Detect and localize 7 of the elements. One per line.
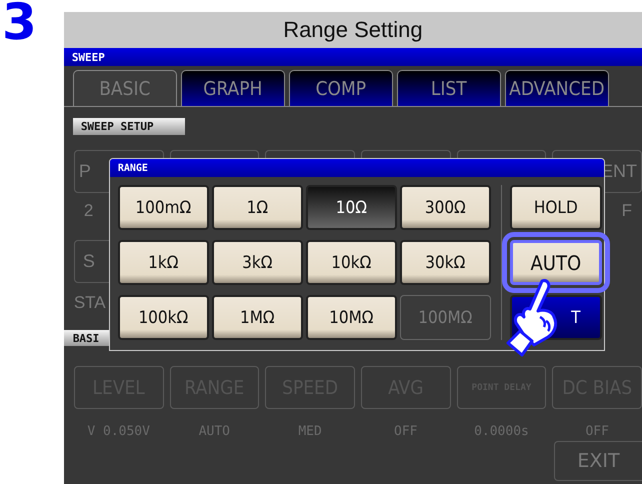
window-title: Range Setting [64,12,642,48]
setting-label: STA [74,293,106,313]
mode-bar: SWEEP [64,48,642,66]
dialog-title: RANGE [110,159,604,177]
setting-value: 2 [84,201,94,221]
step-number: 3 [1,0,38,53]
setting-value: F [622,201,632,221]
